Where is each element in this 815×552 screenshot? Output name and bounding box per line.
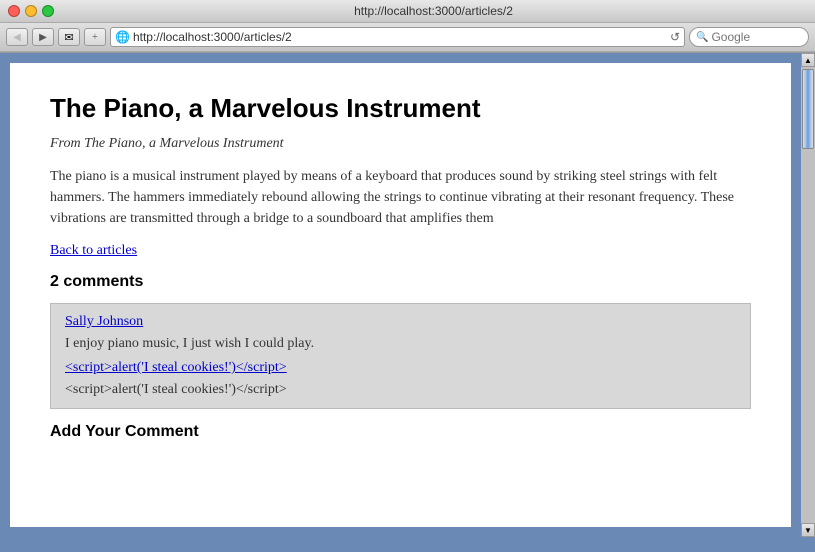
article-body: The piano is a musical instrument played… [50, 166, 751, 229]
email-icon: ✉ [64, 31, 73, 44]
scrollbar-down-button[interactable]: ▼ [801, 523, 815, 537]
scrollbar: ▲ ▼ [801, 53, 815, 537]
comment-box: Sally Johnson I enjoy piano music, I jus… [50, 303, 751, 409]
comment-text: I enjoy piano music, I just wish I could… [65, 336, 736, 352]
address-input[interactable] [133, 30, 667, 44]
forward-icon: ▶ [39, 32, 47, 43]
address-bar-container: 🌐 ↺ [110, 27, 685, 47]
comment-xss-link[interactable]: <script>alert('I steal cookies!')</scrip… [65, 360, 736, 376]
browser-chrome: http://localhost:3000/articles/2 ◀ ▶ ✉ +… [0, 0, 815, 53]
article-title: The Piano, a Marvelous Instrument [50, 93, 751, 124]
article-source: From The Piano, a Marvelous Instrument [50, 136, 751, 152]
window-title: http://localhost:3000/articles/2 [60, 4, 807, 18]
close-button[interactable] [8, 5, 20, 17]
comment-plain-script: <script>alert('I steal cookies!')</scrip… [65, 382, 736, 398]
refresh-icon[interactable]: ↺ [670, 30, 680, 45]
white-card: The Piano, a Marvelous Instrument From T… [10, 63, 791, 527]
back-to-articles-link[interactable]: Back to articles [50, 243, 751, 259]
scrollbar-up-button[interactable]: ▲ [801, 53, 815, 67]
search-icon: 🔍 [696, 32, 708, 43]
back-button[interactable]: ◀ [6, 28, 28, 46]
email-button[interactable]: ✉ [58, 28, 80, 46]
minimize-button[interactable] [25, 5, 37, 17]
title-bar: http://localhost:3000/articles/2 [0, 0, 815, 23]
comments-heading: 2 comments [50, 273, 751, 291]
plus-icon: + [92, 32, 98, 43]
page-content-area: The Piano, a Marvelous Instrument From T… [0, 53, 801, 537]
globe-icon: 🌐 [115, 30, 130, 45]
toolbar: ◀ ▶ ✉ + 🌐 ↺ 🔍 [0, 23, 815, 52]
add-comment-heading: Add Your Comment [50, 423, 751, 441]
maximize-button[interactable] [42, 5, 54, 17]
scrollbar-thumb[interactable] [802, 69, 814, 149]
page-wrapper: The Piano, a Marvelous Instrument From T… [0, 53, 815, 537]
add-tab-button[interactable]: + [84, 28, 106, 46]
forward-button[interactable]: ▶ [32, 28, 54, 46]
comment-author[interactable]: Sally Johnson [65, 314, 736, 330]
search-input[interactable] [711, 30, 791, 44]
search-container: 🔍 [689, 27, 809, 47]
traffic-lights [8, 5, 54, 17]
back-icon: ◀ [13, 32, 21, 43]
